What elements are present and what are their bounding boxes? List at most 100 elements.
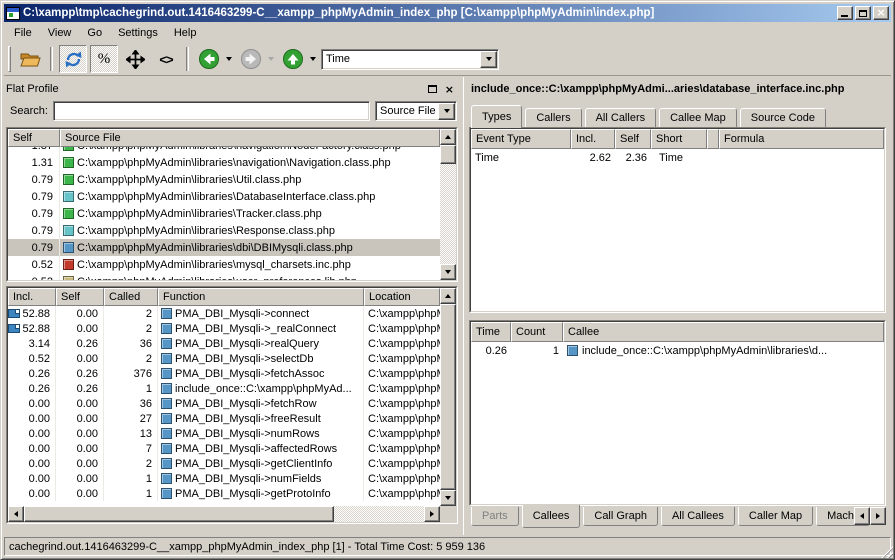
file-row[interactable]: 0.52 C:\xampp\phpMyAdmin\libraries\user_… bbox=[8, 273, 440, 280]
menu-item-file[interactable]: File bbox=[6, 25, 40, 41]
function-row[interactable]: 52.88 0.00 2 PMA_DBI_Mysqli->connect C:\… bbox=[8, 306, 440, 321]
function-table-vscrollbar[interactable] bbox=[440, 288, 456, 522]
tab-all-callees[interactable]: All Callees bbox=[661, 507, 735, 526]
scrollbar-track[interactable] bbox=[334, 506, 424, 522]
up-button[interactable] bbox=[279, 45, 307, 73]
column-header-short[interactable]: Short bbox=[651, 129, 707, 149]
file-row[interactable]: 0.79 C:\xampp\phpMyAdmin\libraries\Track… bbox=[8, 205, 440, 222]
menu-item-go[interactable]: Go bbox=[79, 25, 110, 41]
column-header-count[interactable]: Count bbox=[511, 322, 563, 342]
column-header-callee[interactable]: Callee bbox=[563, 322, 884, 342]
column-header-called[interactable]: Called bbox=[104, 288, 158, 306]
function-row[interactable]: 0.00 0.00 1 PMA_DBI_Mysqli->numFields C:… bbox=[8, 471, 440, 486]
tab-caller-map[interactable]: Caller Map bbox=[738, 507, 813, 526]
count-cell: 1 bbox=[511, 342, 563, 359]
tab-types[interactable]: Types bbox=[471, 105, 522, 128]
function-row[interactable]: 0.00 0.00 2 PMA_DBI_Mysqli->getClientInf… bbox=[8, 456, 440, 471]
column-header-self[interactable]: Self bbox=[8, 129, 60, 147]
file-row[interactable]: 0.79 C:\xampp\phpMyAdmin\libraries\Respo… bbox=[8, 222, 440, 239]
incl-cost-cell: 0.00 bbox=[8, 441, 56, 456]
function-icon bbox=[161, 323, 172, 334]
callee-row[interactable]: 0.26 1 include_once::C:\xampp\phpMyAdmin… bbox=[471, 342, 884, 359]
scroll-down-button[interactable] bbox=[440, 264, 456, 280]
event-type-row[interactable]: Time 2.62 2.36 Time bbox=[471, 149, 884, 166]
tab-call-graph[interactable]: Call Graph bbox=[583, 507, 658, 526]
column-header-time[interactable]: Time bbox=[471, 322, 511, 342]
function-row[interactable]: 0.00 0.00 1 PMA_DBI_Mysqli->getProtoInfo… bbox=[8, 486, 440, 501]
tab-callee-map[interactable]: Callee Map bbox=[659, 108, 737, 127]
combobox-arrow-button[interactable] bbox=[438, 103, 455, 120]
function-row[interactable]: 0.00 0.00 27 PMA_DBI_Mysqli->freeResult … bbox=[8, 411, 440, 426]
function-icon bbox=[161, 428, 172, 439]
column-header-source-file[interactable]: Source File bbox=[60, 129, 440, 147]
menu-item-settings[interactable]: Settings bbox=[110, 25, 166, 41]
shorten-templates-toggle[interactable]: <> bbox=[152, 45, 180, 73]
search-input[interactable] bbox=[53, 101, 370, 121]
scroll-up-button[interactable] bbox=[440, 129, 456, 145]
function-row[interactable]: 3.14 0.26 36 PMA_DBI_Mysqli->realQuery C… bbox=[8, 336, 440, 351]
scroll-right-button[interactable] bbox=[424, 506, 440, 522]
file-row[interactable]: 0.79 C:\xampp\phpMyAdmin\libraries\dbi\D… bbox=[8, 239, 440, 256]
function-row[interactable]: 52.88 0.00 2 PMA_DBI_Mysqli->_realConnec… bbox=[8, 321, 440, 336]
back-button[interactable] bbox=[195, 45, 223, 73]
tab-source-code[interactable]: Source Code bbox=[740, 108, 826, 127]
file-list-scrollbar[interactable] bbox=[440, 129, 456, 280]
file-row[interactable]: 1.37 C:\xampp\phpMyAdmin\libraries\navig… bbox=[8, 147, 440, 154]
toolbar-handle[interactable] bbox=[8, 46, 11, 72]
group-by-combobox[interactable]: Source File bbox=[375, 101, 457, 121]
up-dropdown-arrow[interactable] bbox=[310, 57, 316, 64]
column-header-location[interactable]: Location bbox=[364, 288, 440, 306]
cycle-event-button[interactable] bbox=[59, 45, 87, 73]
scroll-left-button[interactable] bbox=[8, 506, 24, 522]
column-header-self[interactable]: Self bbox=[615, 129, 651, 149]
function-table-header: Incl. Self Called Function Location bbox=[8, 288, 440, 306]
function-row[interactable]: 0.00 0.00 13 PMA_DBI_Mysqli->numRows C:\… bbox=[8, 426, 440, 441]
tab-scroll-left-button[interactable] bbox=[854, 507, 870, 525]
function-row[interactable]: 0.00 0.00 36 PMA_DBI_Mysqli->fetchRow C:… bbox=[8, 396, 440, 411]
column-header-function[interactable]: Function bbox=[158, 288, 364, 306]
close-panel-icon[interactable]: × bbox=[445, 85, 454, 94]
file-row[interactable]: 0.79 C:\xampp\phpMyAdmin\libraries\Datab… bbox=[8, 188, 440, 205]
scrollbar-thumb[interactable] bbox=[440, 304, 456, 490]
file-row[interactable]: 0.52 C:\xampp\phpMyAdmin\libraries\mysql… bbox=[8, 256, 440, 273]
function-row[interactable]: 0.26 0.26 376 PMA_DBI_Mysqli->fetchAssoc… bbox=[8, 366, 440, 381]
combobox-arrow-button[interactable] bbox=[480, 51, 497, 68]
tab-scroll-right-button[interactable] bbox=[870, 507, 886, 525]
column-header-spacer[interactable] bbox=[707, 129, 719, 149]
tab-callees[interactable]: Callees bbox=[522, 505, 581, 528]
float-panel-icon[interactable] bbox=[428, 85, 437, 93]
back-dropdown-arrow[interactable] bbox=[226, 57, 232, 64]
forward-dropdown-arrow[interactable] bbox=[268, 57, 274, 64]
file-list-header: Self Source File bbox=[8, 129, 440, 147]
relative-cost-toggle[interactable]: % bbox=[90, 45, 118, 73]
maximize-button[interactable] bbox=[855, 6, 871, 20]
function-row[interactable]: 0.00 0.00 7 PMA_DBI_Mysqli->affectedRows… bbox=[8, 441, 440, 456]
file-row[interactable]: 1.31 C:\xampp\phpMyAdmin\libraries\navig… bbox=[8, 154, 440, 171]
menu-item-help[interactable]: Help bbox=[166, 25, 205, 41]
detail-bottom-tabbar: Parts Callees Call Graph All Callees Cal… bbox=[469, 505, 886, 531]
menu-item-view[interactable]: View bbox=[40, 25, 80, 41]
column-header-incl[interactable]: Incl. bbox=[8, 288, 56, 306]
forward-button[interactable] bbox=[237, 45, 265, 73]
column-header-formula[interactable]: Formula bbox=[719, 129, 884, 149]
function-row[interactable]: 0.52 0.00 2 PMA_DBI_Mysqli->selectDb C:\… bbox=[8, 351, 440, 366]
column-header-incl[interactable]: Incl. bbox=[571, 129, 615, 149]
scroll-up-button[interactable] bbox=[440, 288, 456, 304]
column-header-event-type[interactable]: Event Type bbox=[471, 129, 571, 149]
function-row[interactable]: 0.26 0.26 1 include_once::C:\xampp\phpMy… bbox=[8, 381, 440, 396]
scrollbar-thumb[interactable] bbox=[24, 506, 334, 522]
column-header-self[interactable]: Self bbox=[56, 288, 104, 306]
function-table-hscrollbar[interactable] bbox=[8, 506, 440, 522]
relative-to-parent-toggle[interactable] bbox=[121, 45, 149, 73]
event-type-combobox[interactable]: Time bbox=[321, 49, 499, 70]
file-row[interactable]: 0.79 C:\xampp\phpMyAdmin\libraries\Util.… bbox=[8, 171, 440, 188]
tab-all-callers[interactable]: All Callers bbox=[585, 108, 657, 127]
scrollbar-track[interactable] bbox=[440, 164, 456, 264]
tab-callers[interactable]: Callers bbox=[525, 108, 581, 127]
scrollbar-thumb[interactable] bbox=[440, 145, 456, 164]
tab-parts[interactable]: Parts bbox=[471, 507, 519, 526]
open-file-button[interactable] bbox=[16, 45, 44, 73]
scroll-down-button[interactable] bbox=[440, 490, 456, 506]
close-button[interactable]: × bbox=[873, 6, 889, 20]
minimize-button[interactable] bbox=[837, 6, 853, 20]
